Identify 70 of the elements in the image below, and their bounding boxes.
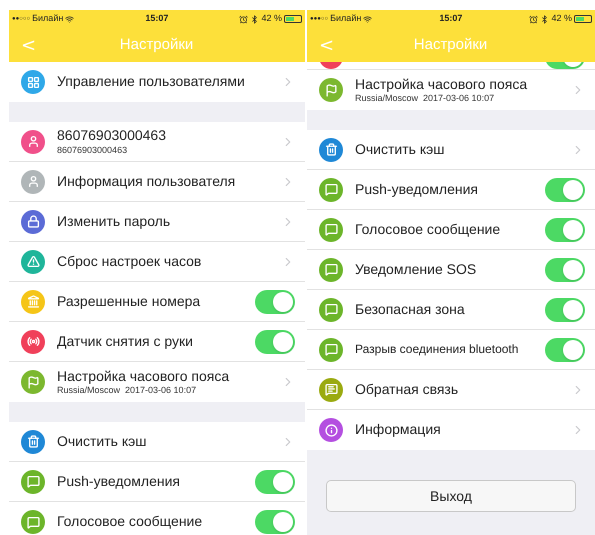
setting-label: Управление пользователями [57, 73, 246, 91]
setting-label: Push-уведомления [355, 180, 479, 198]
battery-icon [284, 15, 302, 23]
setting-label: Очистить кэш [57, 432, 148, 450]
toggle-switch[interactable] [545, 178, 585, 202]
setting-label: Push-уведомления [57, 472, 181, 490]
status-time: 15:07 [145, 12, 168, 26]
setting-label: Разрешенные номера [57, 292, 202, 310]
bluetooth-icon [540, 14, 550, 24]
setting-label: Информация [355, 421, 442, 439]
setting-label: Информация пользователя [57, 172, 236, 190]
wifi-icon [65, 14, 74, 24]
chat-icon [319, 338, 343, 362]
toggle-switch[interactable] [255, 510, 295, 534]
toggle-switch[interactable] [255, 290, 295, 314]
toggle-switch[interactable] [255, 470, 295, 494]
setting-label: 86076903000463 [57, 127, 168, 145]
toggle-switch[interactable] [255, 330, 295, 354]
setting-label: Уведомление SOS [355, 260, 478, 278]
person-icon [21, 170, 45, 194]
setting-subtitle: Russia/Moscow 2017-03-06 10:07 [355, 93, 496, 104]
logout-button[interactable]: Выход [326, 480, 576, 512]
chat-icon [319, 378, 343, 402]
alarm-icon [239, 14, 248, 24]
setting-label: Обратная связь [355, 380, 460, 398]
battery-icon [574, 15, 592, 23]
setting-subtitle: Russia/Moscow 2017-03-06 10:07 [57, 385, 198, 396]
flag-icon [319, 78, 343, 102]
chat-icon [319, 218, 343, 242]
back-button[interactable]: < [319, 32, 334, 58]
back-button[interactable]: < [21, 32, 36, 58]
carrier-name: Билайн [32, 12, 64, 26]
setting-label: Настройка часового пояса [355, 76, 528, 94]
setting-label: Разрыв соединения bluetooth [355, 342, 520, 357]
setting-label: Очистить кэш [355, 140, 446, 158]
bluetooth-icon [250, 14, 260, 24]
chat-icon [319, 258, 343, 282]
warning-icon [21, 250, 45, 274]
chat-icon [319, 178, 343, 202]
wifi-icon [363, 14, 372, 24]
setting-label: Изменить пароль [57, 212, 172, 230]
setting-label: Датчик снятия с руки [57, 332, 194, 350]
toggle-switch[interactable] [545, 338, 585, 362]
signal-icon [21, 330, 45, 354]
toggle-switch[interactable] [545, 258, 585, 282]
screen-title: Настройки [118, 34, 194, 55]
setting-label: Сброс настроек часов [57, 252, 202, 270]
avatar-icon [21, 130, 45, 154]
battery-percent: 42 % [551, 12, 572, 26]
screen-title: Настройки [412, 34, 488, 55]
setting-label: Настройка часового пояса [57, 368, 230, 386]
battery-percent: 42 % [261, 12, 282, 26]
setting-label: Голосовое сообщение [57, 513, 204, 531]
setting-label: Безопасная зона [355, 300, 466, 318]
trash-icon [319, 138, 343, 162]
grid-icon [21, 70, 45, 94]
toggle-switch[interactable] [545, 298, 585, 322]
alarm-icon [529, 14, 538, 24]
status-time: 15:07 [439, 12, 462, 26]
chat-icon [21, 470, 45, 494]
lock-icon [21, 210, 45, 234]
flag-icon [21, 370, 45, 394]
toggle-switch[interactable] [545, 218, 585, 242]
trash-icon [21, 430, 45, 454]
carrier-name: Билайн [330, 12, 362, 26]
info-icon [319, 418, 343, 442]
building-icon [21, 290, 45, 314]
setting-label: Голосовое сообщение [355, 220, 502, 238]
setting-subtitle: 86076903000463 [57, 144, 128, 156]
chat-icon [319, 298, 343, 322]
